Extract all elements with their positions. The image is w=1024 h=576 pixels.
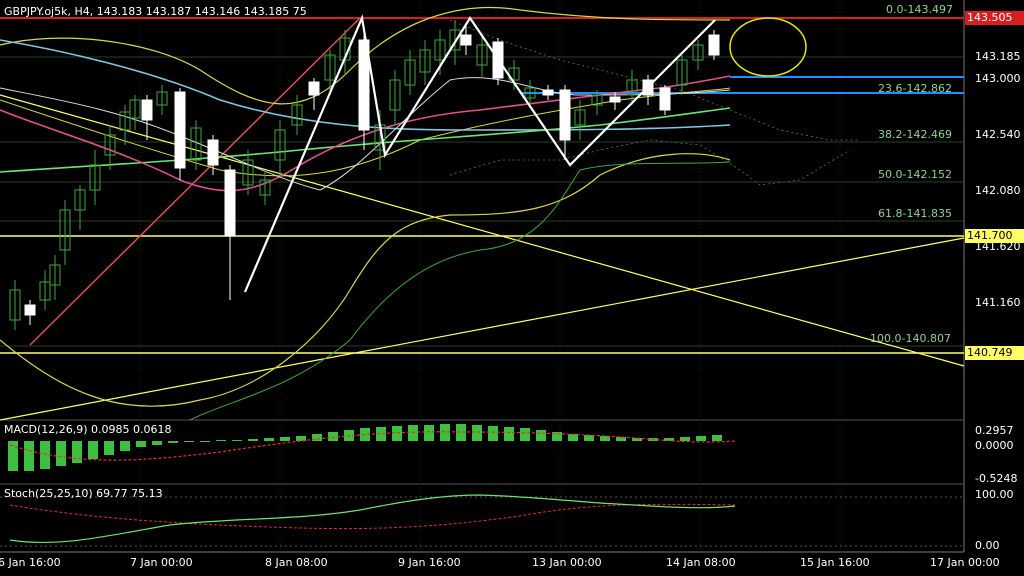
macd-bar	[72, 441, 82, 463]
candle	[659, 87, 671, 111]
candle	[24, 304, 36, 316]
price-tick: 141.160	[975, 296, 1021, 309]
timeframe: H4	[74, 5, 90, 18]
stoch-label: Stoch(25,25,10) 69.77 75.13	[4, 487, 163, 500]
macd-bar	[216, 440, 226, 441]
candle	[207, 139, 219, 166]
stoch-tick: 0.00	[975, 539, 1000, 552]
macd-bar	[120, 441, 130, 451]
price-tick: 142.540	[975, 128, 1021, 141]
macd-bar	[168, 441, 178, 443]
candle	[609, 96, 621, 103]
macd-bar	[472, 425, 482, 441]
time-tick: 17 Jan 00:00	[930, 556, 1000, 569]
fib-label-0: 0.0-143.497	[886, 3, 953, 16]
fib-label-23: 23.6-142.862	[878, 82, 952, 95]
macd-bar	[680, 437, 690, 441]
candle	[174, 91, 186, 169]
time-tick: 6 Jan 16:00	[0, 556, 61, 569]
macd-bar	[40, 441, 50, 469]
macd-bar	[440, 424, 450, 441]
price-tick: 143.185	[975, 50, 1021, 63]
ohlc-values: 143.183 143.187 143.146 143.185 75	[96, 5, 307, 18]
macd-bar	[408, 425, 418, 441]
price-tick: 143.000	[975, 72, 1021, 85]
macd-bar	[104, 441, 114, 455]
resistance-price-tag: 143.505	[965, 11, 1024, 25]
macd-bar	[280, 437, 290, 441]
symbol-name: GBPJPY.oj5k	[4, 5, 68, 18]
macd-bar	[136, 441, 146, 447]
macd-bar	[248, 439, 258, 441]
macd-bar	[504, 427, 514, 441]
macd-bar	[392, 426, 402, 441]
macd-tick: 0.0000	[975, 439, 1014, 452]
candle	[141, 99, 153, 121]
macd-bar	[328, 432, 338, 441]
macd-bar	[424, 425, 434, 441]
time-tick: 7 Jan 00:00	[130, 556, 193, 569]
chart-header: GBPJPY.oj5k, H4, 143.183 143.187 143.146…	[4, 5, 307, 18]
fib-label-61: 61.8-141.835	[878, 207, 952, 220]
fib-label-50: 50.0-142.152	[878, 168, 952, 181]
macd-bar	[696, 436, 706, 441]
macd-bar	[56, 441, 66, 466]
macd-label: MACD(12,26,9) 0.0985 0.0618	[4, 423, 172, 436]
macd-bar	[568, 434, 578, 441]
macd-tick: -0.5248	[975, 472, 1018, 485]
macd-bar	[24, 441, 34, 471]
support-price-tag-1: 141.700	[965, 229, 1024, 243]
candle	[559, 89, 571, 141]
macd-bar	[712, 435, 722, 441]
price-tick: 142.080	[975, 184, 1021, 197]
macd-bar	[264, 438, 274, 441]
macd-bar	[152, 441, 162, 445]
macd-bar	[200, 441, 210, 442]
time-tick: 13 Jan 00:00	[532, 556, 602, 569]
candle	[708, 34, 720, 56]
candle	[460, 34, 472, 46]
macd-bar	[184, 441, 194, 442]
macd-bar	[88, 441, 98, 459]
candle	[542, 89, 554, 96]
time-tick: 14 Jan 08:00	[666, 556, 736, 569]
stoch-tick: 100.00	[975, 488, 1014, 501]
macd-tick: 0.2957	[975, 424, 1014, 437]
candle	[224, 169, 236, 237]
candle	[308, 81, 320, 96]
macd-bar	[520, 428, 530, 441]
macd-bar	[536, 430, 546, 441]
time-tick: 15 Jan 16:00	[800, 556, 870, 569]
fib-label-100: 100.0-140.807	[870, 332, 951, 345]
fib-label-38: 38.2-142.469	[878, 128, 952, 141]
time-tick: 8 Jan 08:00	[265, 556, 328, 569]
macd-bar	[232, 440, 242, 441]
time-tick: 9 Jan 16:00	[398, 556, 461, 569]
macd-bar	[488, 426, 498, 441]
support-price-tag-2: 140.749	[965, 346, 1024, 360]
